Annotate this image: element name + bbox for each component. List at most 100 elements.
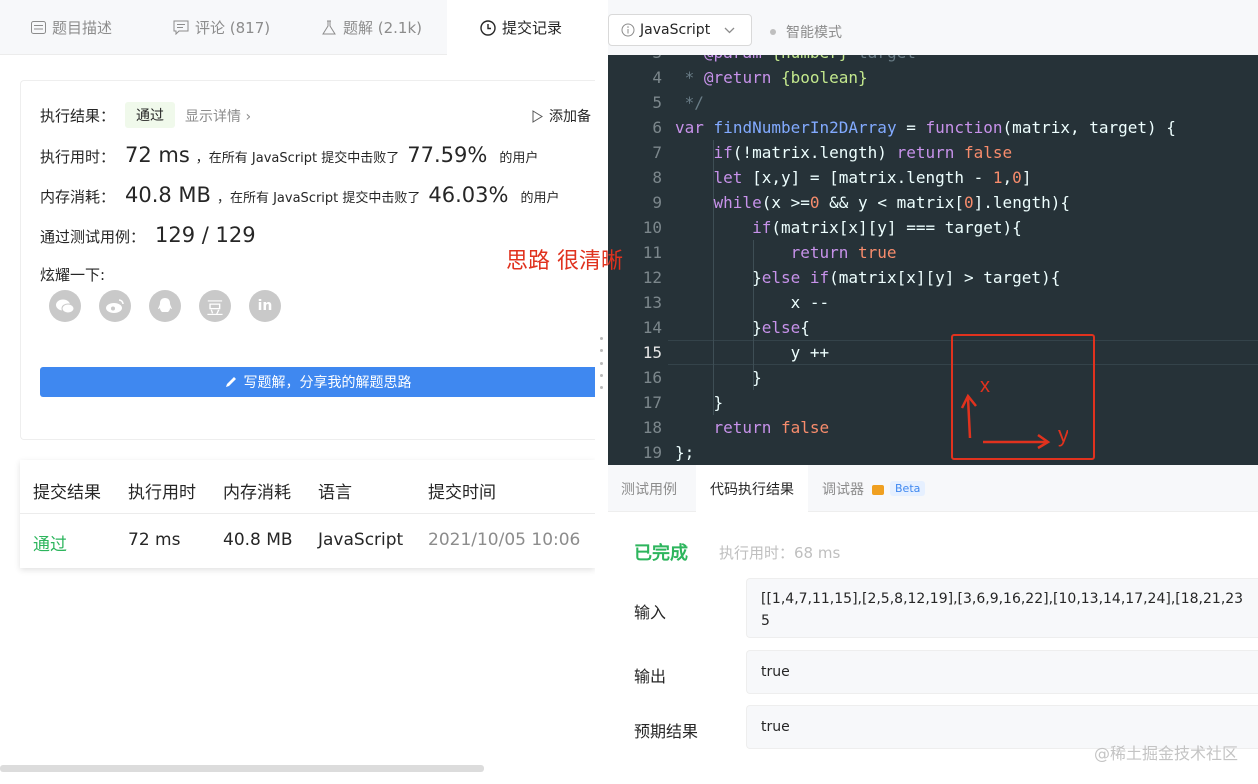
status-dot [770, 29, 776, 35]
line-number: 7 [652, 143, 662, 162]
input-value-line: 5 [761, 613, 770, 629]
submission-runtime: 72 ms [128, 530, 181, 550]
memory-value: 40.8 MB [125, 183, 211, 207]
code-line[interactable]: if(!matrix.length) return false [675, 140, 1013, 165]
problem-tabs: 题目描述 评论 (817) 题解 (2.1k) 提交记录 [0, 0, 595, 55]
tab-description[interactable]: 题目描述 [30, 0, 112, 55]
column-header-time: 提交时间 [428, 483, 496, 503]
smart-mode-toggle[interactable]: 智能模式 [770, 22, 842, 42]
douban-glyph: 豆 [206, 298, 224, 319]
tab-label: 评论 (817) [195, 19, 271, 37]
tab-label: 题解 (2.1k) [343, 19, 423, 37]
tab-label: 调试器 [822, 481, 864, 498]
write-solution-label: 写题解，分享我的解题思路 [243, 375, 412, 391]
qq-icon[interactable] [149, 290, 181, 322]
smart-mode-label: 智能模式 [786, 25, 842, 41]
column-header-memory: 内存消耗 [223, 483, 291, 503]
code-line[interactable]: * @return {boolean} [675, 65, 868, 90]
douban-icon[interactable]: 豆 [199, 290, 231, 322]
runtime-text: ，在所有 JavaScript 提交中击败了 [195, 151, 400, 166]
testcases-label: 通过测试用例： [40, 228, 146, 246]
line-number: 11 [642, 243, 662, 262]
play-icon [532, 109, 543, 123]
memory-text: ，在所有 JavaScript 提交中击败了 [216, 191, 421, 206]
submissions-table [20, 460, 595, 568]
annotation-box [951, 334, 1095, 460]
code-line[interactable]: return true [675, 240, 897, 265]
line-number: 4 [652, 68, 662, 87]
panel-divider[interactable] [595, 0, 608, 784]
share-label: 炫耀一下: [40, 266, 106, 284]
beta-badge: Beta [890, 481, 926, 496]
runtime-percent: 77.59% [407, 143, 488, 167]
code-line[interactable]: x -- [675, 290, 830, 315]
tab-solutions[interactable]: 题解 (2.1k) [321, 0, 422, 55]
runtime-label: 执行用时： [40, 148, 116, 166]
runtime-suffix: 的用户 [499, 151, 539, 166]
tab-comments[interactable]: 评论 (817) [173, 0, 270, 55]
line-number: 13 [642, 293, 662, 312]
code-line[interactable]: while(x >=0 && y < matrix[0].length){ [675, 190, 1070, 215]
weibo-icon[interactable] [99, 290, 131, 322]
submission-language: JavaScript [318, 530, 404, 550]
language-select[interactable]: JavaScript [608, 14, 752, 46]
line-number: 5 [652, 93, 662, 112]
tab-submissions[interactable]: 提交记录 [447, 0, 595, 55]
line-number: 16 [642, 368, 662, 387]
line-number: 10 [642, 218, 662, 237]
code-line[interactable]: }else if(matrix[x][y] > target){ [675, 265, 1060, 290]
runtime-value: 72 ms [125, 143, 190, 167]
run-time: 执行用时：68 ms [719, 544, 841, 562]
code-editor[interactable]: 3 4 5 6 7 8 9 10 11 12 13 14 15 16 17 18 19 * @param {nu… [608, 55, 1258, 465]
column-header-language: 语言 [318, 483, 352, 503]
code-line[interactable]: if(matrix[x][y] === target){ [675, 215, 1022, 240]
code-line[interactable]: */ [675, 90, 704, 115]
add-note-label: 添加备 [549, 109, 591, 125]
run-status: 已完成 [634, 543, 688, 564]
line-number: 9 [652, 193, 662, 212]
chevron-down-icon [724, 27, 735, 34]
code-line[interactable]: } [675, 390, 724, 415]
pencil-icon [225, 377, 236, 387]
watermark: @稀土掘金技术社区 [1093, 744, 1238, 763]
code-line[interactable]: return false [675, 415, 830, 440]
language-value: JavaScript [640, 22, 711, 38]
tab-run-result[interactable]: 代码执行结果 [696, 465, 808, 512]
code-line[interactable]: var findNumberIn2DArray = function(matri… [675, 115, 1176, 140]
memory-label: 内存消耗： [40, 188, 116, 206]
line-number: 6 [652, 118, 662, 137]
tab-label: 题目描述 [52, 19, 113, 37]
code-line[interactable]: * @param {number} target [675, 55, 916, 65]
description-icon [30, 20, 46, 36]
output-label: 输出 [634, 667, 667, 686]
tab-testcases[interactable]: 测试用例 [608, 465, 696, 512]
code-line[interactable]: }else{ [675, 315, 810, 340]
table-divider [20, 513, 595, 514]
testcases-row: 通过测试用例： 129 / 129 [40, 223, 256, 247]
annotation-text: 思路 很清晰 [506, 249, 623, 274]
code-line[interactable]: let [x,y] = [matrix.length - 1,0] [675, 165, 1032, 190]
code-line[interactable]: y ++ [675, 340, 830, 365]
flask-icon [321, 20, 337, 36]
output-value: true [761, 664, 790, 680]
leetcode-submission-page: 题目描述 评论 (817) 题解 (2.1k) 提交记录 执行结果： 通过 显示… [0, 0, 1258, 784]
linkedin-icon[interactable]: in [249, 290, 281, 322]
show-details-link[interactable]: 显示详情 › [185, 106, 251, 126]
linkedin-glyph: in [257, 298, 273, 314]
line-number: 3 [622, 55, 662, 65]
submission-status-link[interactable]: 通过 [33, 530, 67, 555]
line-number: 14 [642, 318, 662, 337]
horizontal-scrollbar[interactable] [0, 765, 484, 772]
submission-panel: 题目描述 评论 (817) 题解 (2.1k) 提交记录 执行结果： 通过 显示… [0, 0, 595, 784]
submission-memory: 40.8 MB [223, 530, 293, 550]
wechat-icon[interactable] [49, 290, 81, 322]
tab-label: 测试用例 [621, 481, 677, 498]
tab-debugger[interactable]: 调试器 Beta [822, 465, 926, 512]
write-solution-button[interactable]: 写题解，分享我的解题思路 [40, 367, 595, 397]
resize-handle[interactable] [599, 337, 603, 389]
add-note-button[interactable]: 添加备 [532, 106, 591, 126]
code-line[interactable]: }; [675, 440, 694, 465]
code-line[interactable]: } [675, 365, 762, 390]
runtime-row: 执行用时： 72 ms ，在所有 JavaScript 提交中击败了 77.59… [40, 143, 538, 167]
result-label: 执行结果： [40, 107, 116, 125]
